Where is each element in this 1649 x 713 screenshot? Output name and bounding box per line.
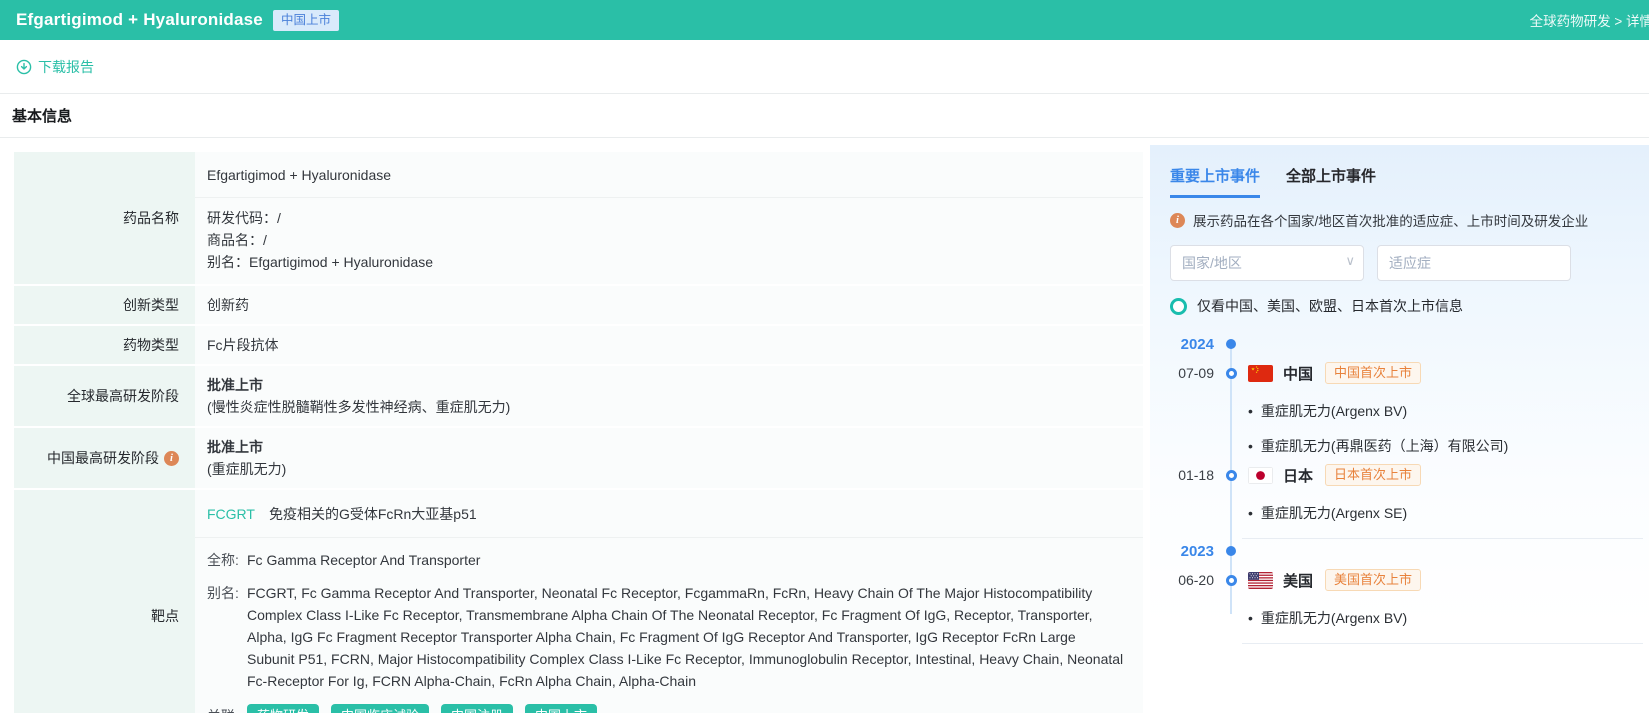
target-fullname-label: 全称:	[207, 549, 247, 571]
radio-icon[interactable]	[1170, 298, 1187, 315]
timeline-item: 重症肌无力(再鼎医药（上海）有限公司)	[1170, 436, 1643, 456]
toolbar: 下载报告	[0, 40, 1649, 94]
table-row-china-stage: 中国最高研发阶段 i 批准上市 (重症肌无力)	[14, 428, 1143, 488]
event-country: 日本	[1283, 465, 1313, 486]
event-ring-icon	[1226, 575, 1237, 586]
row-label: 全球最高研发阶段	[14, 366, 195, 426]
relation-badge-cn-trials[interactable]: 中国临床试验	[331, 704, 429, 713]
page-title: Efgartigimod + Hyaluronidase	[16, 10, 263, 30]
timeline-event: 07-09 中国 中国首次上市	[1170, 360, 1643, 386]
global-stage-indications: (慢性炎症性脱髓鞘性多发性神经病、重症肌无力)	[207, 396, 1127, 418]
download-icon	[16, 59, 32, 75]
timeline-item: 重症肌无力(Argenx SE)	[1170, 503, 1643, 523]
china-flag-icon	[1248, 365, 1273, 382]
timeline-event: 06-20	[1170, 567, 1643, 593]
row-label: 创新类型	[14, 286, 195, 324]
first-launch-badge: 日本首次上市	[1325, 464, 1421, 486]
drug-alias: 别名：Efgartigimod + Hyaluronidase	[207, 251, 1131, 273]
basic-info-table: 药品名称 Efgartigimod + Hyaluronidase 研发代码：/…	[14, 152, 1143, 713]
event-date: 01-18	[1170, 467, 1214, 483]
target-gene-link[interactable]: FCGRT	[207, 506, 255, 522]
timeline-separator	[1242, 538, 1643, 539]
china-stage-indications: (重症肌无力)	[207, 458, 1127, 480]
launch-timeline: 2024 07-09 中国 中国首次上市	[1170, 334, 1643, 644]
timeline-event: 01-18 日本 日本首次上市	[1170, 462, 1643, 488]
year-dot-icon	[1226, 546, 1236, 556]
status-badge: 中国上市	[273, 10, 339, 31]
row-label: 药物类型	[14, 326, 195, 364]
timeline-separator	[1242, 643, 1643, 644]
section-title: 基本信息	[12, 105, 72, 126]
timeline-item: 重症肌无力(Argenx BV)	[1170, 608, 1643, 628]
main-content: 药品名称 Efgartigimod + Hyaluronidase 研发代码：/…	[0, 138, 1649, 713]
drug-dev-code: 研发代码：/	[207, 207, 1131, 229]
event-country: 中国	[1283, 363, 1313, 384]
row-label: 中国最高研发阶段	[47, 448, 159, 468]
drug-type-value: Fc片段抗体	[207, 334, 1127, 356]
target-relation-label: 关联:	[207, 705, 247, 713]
timeline-year: 2023	[1170, 541, 1643, 561]
tab-key-launch-events[interactable]: 重要上市事件	[1170, 165, 1260, 198]
innovation-type-value: 创新药	[207, 294, 1127, 316]
country-region-select[interactable]	[1170, 245, 1364, 281]
target-fullname: Fc Gamma Receptor And Transporter	[247, 549, 1127, 571]
first-launch-badge: 美国首次上市	[1325, 569, 1421, 591]
usa-flag-icon	[1248, 572, 1273, 589]
event-ring-icon	[1226, 368, 1237, 379]
event-date: 07-09	[1170, 365, 1214, 381]
table-row-global-stage: 全球最高研发阶段 批准上市 (慢性炎症性脱髓鞘性多发性神经病、重症肌无力)	[14, 366, 1143, 426]
relation-badge-cn-launch[interactable]: 中国上市	[525, 704, 597, 713]
target-alias: FCGRT, Fc Gamma Receptor And Transporter…	[247, 582, 1127, 692]
breadcrumb[interactable]: 全球药物研发 > 详情	[1530, 0, 1649, 40]
download-report-button[interactable]: 下载报告	[16, 57, 94, 77]
events-tabs: 重要上市事件 全部上市事件	[1170, 165, 1643, 198]
target-alias-label: 别名:	[207, 582, 247, 692]
download-report-label: 下载报告	[38, 57, 94, 77]
event-filters: ∨	[1170, 245, 1643, 281]
event-date: 06-20	[1170, 572, 1214, 588]
first-launch-badge: 中国首次上市	[1325, 362, 1421, 384]
timeline-item: 重症肌无力(Argenx BV)	[1170, 401, 1643, 421]
tab-all-launch-events[interactable]: 全部上市事件	[1286, 165, 1376, 198]
info-icon[interactable]: i	[164, 451, 179, 466]
first-launch-filter: 仅看中国、美国、欧盟、日本首次上市信息	[1170, 296, 1643, 316]
year-dot-icon	[1226, 339, 1236, 349]
table-row-innovation-type: 创新类型 创新药	[14, 286, 1143, 324]
table-row-target: 靶点 FCGRT 免疫相关的G受体FcRn大亚基p51 全称: Fc Gamma…	[14, 490, 1143, 713]
row-label: 药品名称	[14, 152, 195, 284]
relation-badge-drug-rd[interactable]: 药物研发	[247, 704, 319, 713]
event-ring-icon	[1226, 470, 1237, 481]
chevron-down-icon[interactable]: ∨	[1345, 253, 1355, 269]
china-stage-value: 批准上市	[207, 436, 1127, 458]
info-icon: i	[1170, 213, 1185, 228]
table-row-drug-name: 药品名称 Efgartigimod + Hyaluronidase 研发代码：/…	[14, 152, 1143, 284]
global-stage-value: 批准上市	[207, 374, 1127, 396]
app-header: Efgartigimod + Hyaluronidase 中国上市 全球药物研发…	[0, 0, 1649, 40]
event-country: 美国	[1283, 570, 1313, 591]
timeline-year: 2024	[1170, 334, 1643, 354]
basic-info-section-head: 基本信息	[0, 94, 1649, 138]
table-row-drug-type: 药物类型 Fc片段抗体	[14, 326, 1143, 364]
row-label: 靶点	[14, 490, 195, 713]
first-launch-filter-label: 仅看中国、美国、欧盟、日本首次上市信息	[1197, 296, 1463, 316]
drug-trade-name: 商品名：/	[207, 229, 1131, 251]
japan-flag-icon	[1248, 467, 1273, 484]
indication-input[interactable]	[1377, 245, 1571, 281]
launch-events-panel: 重要上市事件 全部上市事件 i 展示药品在各个国家/地区首次批准的适应症、上市时…	[1150, 145, 1649, 627]
target-gene-desc: 免疫相关的G受体FcRn大亚基p51	[269, 504, 477, 524]
relation-badge-cn-registration[interactable]: 中国注册	[441, 704, 513, 713]
panel-notice-text: 展示药品在各个国家/地区首次批准的适应症、上市时间及研发企业	[1193, 210, 1588, 230]
drug-name-main: Efgartigimod + Hyaluronidase	[195, 152, 1143, 198]
panel-notice: i 展示药品在各个国家/地区首次批准的适应症、上市时间及研发企业	[1170, 210, 1643, 230]
